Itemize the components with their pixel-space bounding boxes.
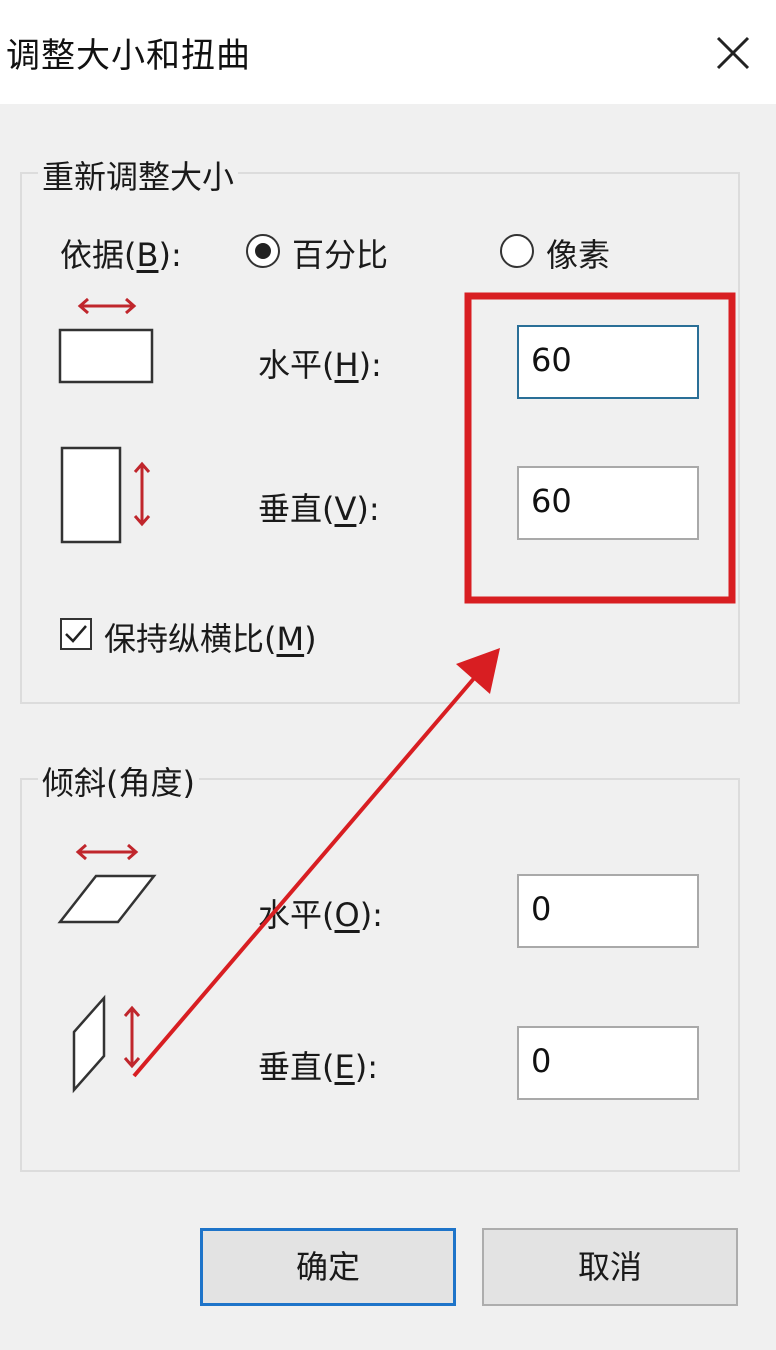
cancel-button[interactable]: 取消 (482, 1228, 738, 1306)
skew-horizontal-label: 水平(O): (258, 896, 383, 934)
resize-horizontal-input[interactable]: 60 (517, 325, 699, 399)
keep-ratio-checkbox[interactable] (60, 618, 92, 650)
radio-percent[interactable] (246, 234, 280, 268)
radio-pixels-label[interactable]: 像素 (546, 230, 610, 276)
close-button[interactable] (702, 22, 762, 82)
radio-percent-label[interactable]: 百分比 (292, 230, 388, 276)
resize-group-legend: 重新调整大小 (38, 152, 239, 198)
ok-button[interactable]: 确定 (200, 1228, 456, 1306)
radio-pixels[interactable] (500, 234, 534, 268)
radio-selected-dot (255, 243, 271, 259)
resize-vertical-icon (60, 446, 151, 544)
resize-horizontal-label: 水平(H): (258, 346, 382, 384)
close-icon (716, 36, 750, 70)
skew-horizontal-input[interactable]: 0 (517, 874, 699, 948)
skew-vertical-input[interactable]: 0 (517, 1026, 699, 1100)
checkmark-icon (65, 625, 87, 643)
by-label: 依据(B): (60, 236, 182, 274)
skew-vertical-label: 垂直(E): (258, 1048, 378, 1086)
resize-horizontal-icon (58, 297, 154, 384)
dialog-title: 调整大小和扭曲 (6, 36, 251, 76)
skew-group-legend: 倾斜(角度) (38, 758, 199, 804)
title-bar: 调整大小和扭曲 (0, 0, 776, 104)
resize-vertical-label: 垂直(V): (258, 490, 380, 528)
resize-vertical-input[interactable]: 60 (517, 466, 699, 540)
skew-vertical-icon (72, 994, 141, 1094)
keep-ratio-label[interactable]: 保持纵横比(M) (104, 614, 317, 660)
skew-horizontal-icon (57, 843, 157, 924)
